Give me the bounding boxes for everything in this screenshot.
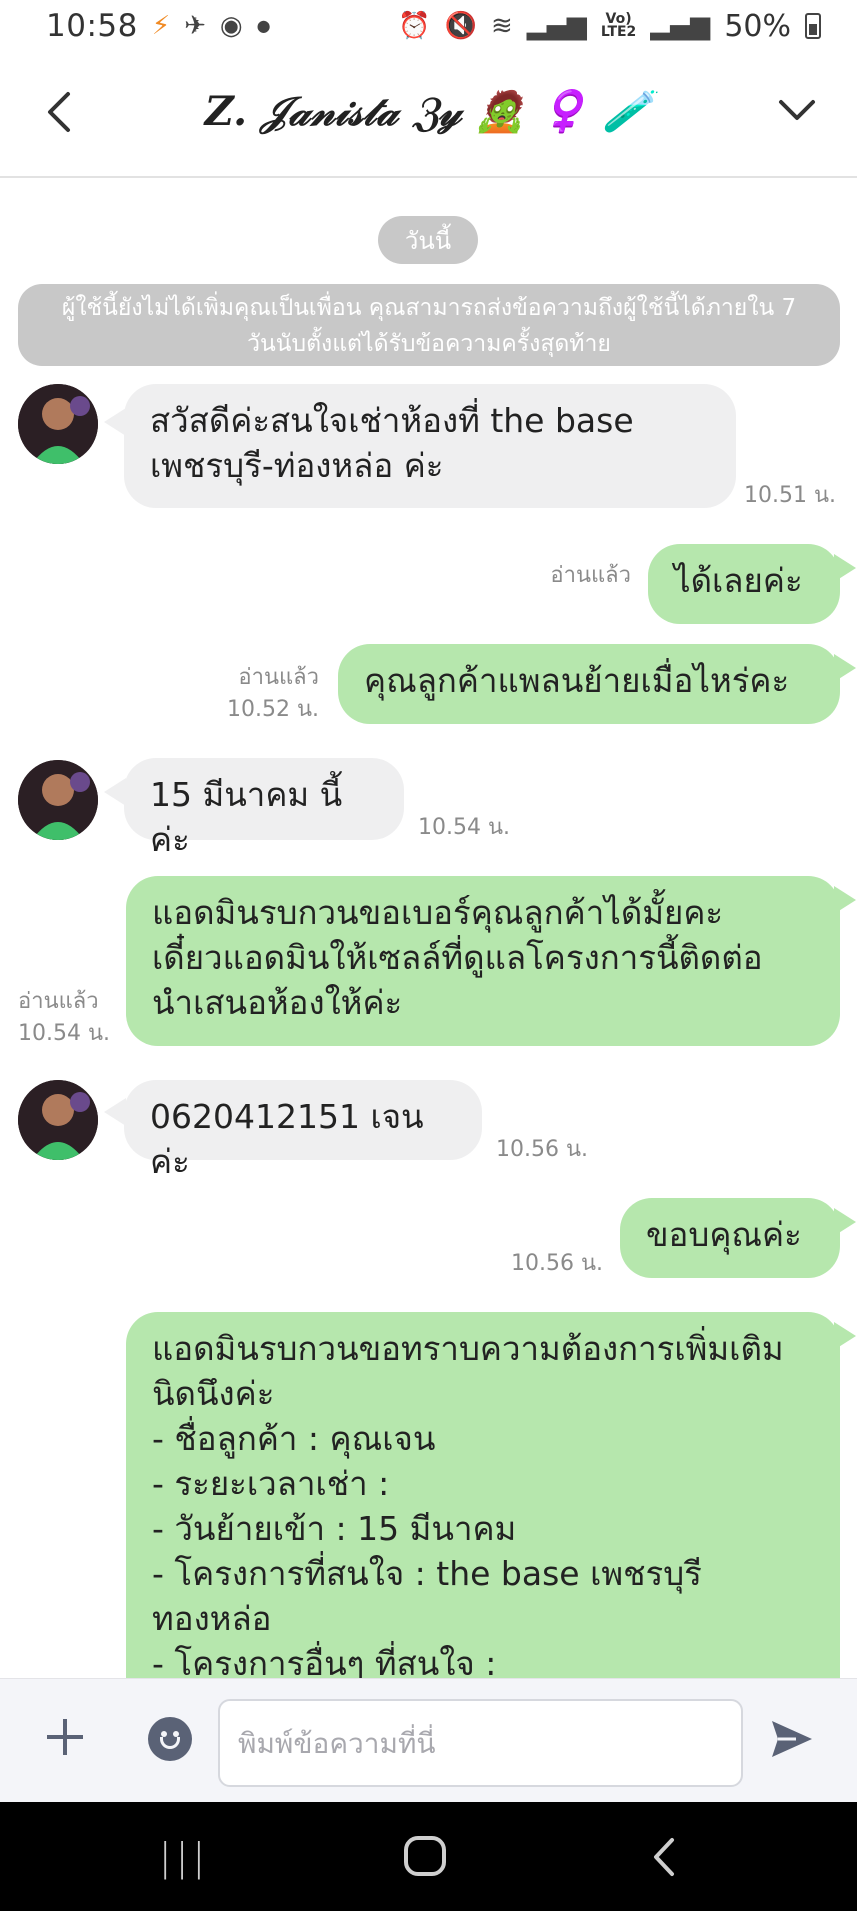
message-line: แอดมินรบกวนขอทราบความต้องการเพิ่มเติม — [152, 1329, 784, 1368]
back-button[interactable] — [38, 82, 82, 142]
message-line: นิดนึงค่ะ — [152, 1374, 275, 1413]
contact-avatar[interactable] — [18, 1080, 98, 1160]
bubble-tail — [834, 1322, 856, 1350]
contact-avatar[interactable] — [18, 384, 98, 464]
dot-icon: ● — [256, 16, 271, 35]
message-line: สวัสดีค่ะสนใจเช่าห้องที่ the base — [150, 401, 634, 440]
send-icon — [772, 1721, 812, 1757]
message-bubble-incoming[interactable]: สวัสดีค่ะสนใจเช่าห้องที่ the base เพชรบุ… — [124, 384, 736, 508]
bubble-tail — [104, 408, 126, 436]
messenger-icon: ◉ — [219, 11, 243, 41]
message-time: 10.54 น. — [18, 1021, 111, 1046]
bubble-tail — [834, 554, 856, 582]
message-input[interactable] — [218, 1699, 743, 1787]
read-receipt: อ่านแล้ว — [238, 665, 319, 690]
system-nav-bar: ||| — [0, 1802, 857, 1911]
status-time: 10:58 — [46, 8, 138, 44]
message-line: - วันย้ายเข้า : 15 มีนาคม — [152, 1509, 517, 1548]
message-bubble-outgoing[interactable]: แอดมินรบกวนขอเบอร์คุณลูกค้าได้มั้ยคะ เดี… — [126, 876, 840, 1046]
chevron-left-icon — [654, 1838, 674, 1876]
status-left: 10:58 ⚡ ✈ ◉ ● — [46, 8, 271, 44]
chat-header: Z. 𝒥𝒶𝓃𝒾𝓈𝓉𝒶 ℨ𝓎 🧟 ♀️ 🧪 — [0, 52, 857, 178]
message-bubble-outgoing[interactable]: ขอบคุณค่ะ — [620, 1198, 840, 1278]
message-bubble-incoming[interactable]: 0620412151 เจนค่ะ — [124, 1080, 482, 1181]
message-line: เพชรบุรี-ท่องหล่อ ค่ะ — [150, 446, 444, 485]
add-attachment-button[interactable] — [40, 1707, 90, 1767]
battery-icon — [805, 13, 821, 39]
message-line: ขอบคุณค่ะ — [646, 1215, 802, 1254]
message-line: 0620412151 เจนค่ะ — [150, 1097, 424, 1181]
menu-dropdown-button[interactable] — [773, 86, 821, 138]
message-line: 15 มีนาคม นี้ค่ะ — [150, 775, 343, 859]
avatar-image — [18, 384, 98, 464]
status-right: ⏰ 🔇 ≋ ▂▄▆ Vo) LTE2 ▂▄▆ 50% — [398, 9, 821, 44]
message-bubble-outgoing[interactable]: คุณลูกค้าแพลนย้ายเมื่อไหร่คะ — [338, 644, 840, 724]
message-input-bar — [0, 1678, 857, 1802]
message-line: เดี๋ยวแอดมินให้เซลล์ที่ดูแลโครงการนี้ติด… — [152, 938, 763, 977]
message-time: 10.54 น. — [418, 815, 511, 840]
message-time: 10.51 น. — [744, 483, 837, 508]
volte-icon: Vo) LTE2 — [600, 11, 637, 40]
plus-icon — [47, 1719, 83, 1755]
battery-percent: 50% — [724, 8, 791, 44]
line-notification-icon: ⚡ — [151, 11, 171, 41]
message-line: แอดมินรบกวนขอเบอร์คุณลูกค้าได้มั้ยคะ — [152, 893, 724, 932]
chevron-down-icon — [779, 100, 815, 120]
system-back-button[interactable] — [636, 1832, 696, 1882]
message-line: - โครงการอื่นๆ ที่สนใจ : — [152, 1644, 497, 1678]
read-receipt: อ่านแล้ว — [18, 989, 99, 1014]
telegram-icon: ✈ — [184, 11, 206, 41]
message-line: ทองหล่อ — [152, 1599, 272, 1638]
message-line: - ชื่อลูกค้า : คุณเจน — [152, 1419, 436, 1458]
bubble-tail — [834, 886, 856, 914]
message-time: 10.56 น. — [496, 1137, 589, 1162]
home-icon — [404, 1836, 446, 1876]
read-receipt: อ่านแล้ว — [550, 563, 631, 588]
smiley-icon — [160, 1737, 180, 1749]
signal-icon: ▂▄▆ — [526, 11, 587, 41]
message-line: - โครงการที่สนใจ : the base เพชรบุรี — [152, 1554, 702, 1593]
status-bar: 10:58 ⚡ ✈ ◉ ● ⏰ 🔇 ≋ ▂▄▆ Vo) LTE2 ▂▄▆ 50% — [0, 0, 857, 52]
message-line: นำเสนอห้องให้ค่ะ — [152, 983, 403, 1022]
bubble-tail — [104, 778, 126, 806]
emoji-button[interactable] — [148, 1717, 192, 1761]
message-line: - ระยะเวลาเช่า : — [152, 1464, 390, 1503]
alarm-icon: ⏰ — [398, 11, 431, 41]
message-bubble-outgoing[interactable]: ได้เลยค่ะ — [648, 544, 840, 624]
recent-apps-button[interactable]: ||| — [154, 1832, 214, 1882]
avatar-image — [18, 1080, 98, 1160]
bubble-tail — [834, 654, 856, 682]
bubble-tail — [104, 1098, 126, 1126]
message-bubble-outgoing[interactable]: แอดมินรบกวนขอทราบความต้องการเพิ่มเติม นิ… — [126, 1312, 840, 1678]
wifi-icon: ≋ — [491, 11, 513, 41]
message-line: ได้เลยค่ะ — [674, 561, 803, 600]
send-button[interactable] — [768, 1715, 816, 1763]
mute-icon: 🔇 — [444, 11, 478, 41]
chat-title[interactable]: Z. 𝒥𝒶𝓃𝒾𝓈𝓉𝒶 ℨ𝓎 🧟 ♀️ 🧪 — [120, 88, 737, 135]
date-pill: วันนี้ — [378, 216, 478, 264]
not-friend-notice: ผู้ใช้นี้ยังไม่ได้เพิ่มคุณเป็นเพื่อน คุณ… — [18, 284, 840, 366]
signal-icon: ▂▄▆ — [650, 11, 711, 41]
contact-avatar[interactable] — [18, 760, 98, 840]
message-bubble-incoming[interactable]: 15 มีนาคม นี้ค่ะ — [124, 758, 404, 859]
avatar-image — [18, 760, 98, 840]
chat-area[interactable]: วันนี้ ผู้ใช้นี้ยังไม่ได้เพิ่มคุณเป็นเพื… — [0, 180, 857, 1678]
message-line: คุณลูกค้าแพลนย้ายเมื่อไหร่คะ — [364, 661, 790, 700]
bubble-tail — [834, 1208, 856, 1236]
message-time: 10.56 น. — [510, 1251, 603, 1276]
home-button[interactable] — [395, 1832, 455, 1882]
chevron-left-icon — [48, 92, 70, 132]
message-time: 10.52 น. — [226, 697, 319, 722]
